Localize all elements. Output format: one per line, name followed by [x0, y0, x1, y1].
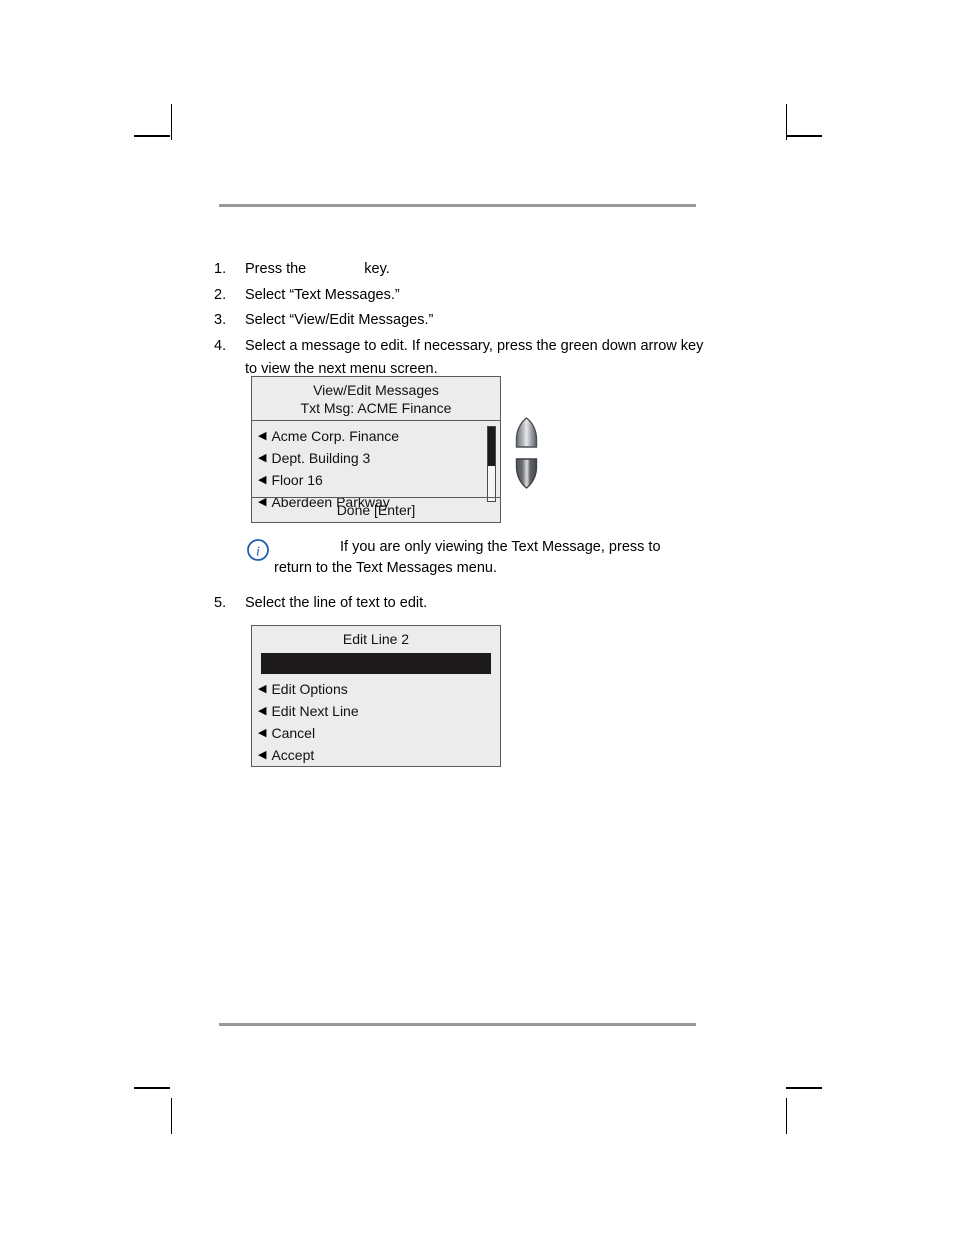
step-text: Press the key. — [245, 258, 714, 281]
list-item-label: Acme Corp. Finance — [271, 428, 400, 444]
step-text: Select a message to edit. If necessary, … — [245, 337, 704, 377]
list-item[interactable]: ◀ Cancel — [252, 722, 500, 744]
crop-mark-top-right-horizontal — [786, 135, 822, 137]
step-text-after: key. — [364, 261, 390, 277]
page-rule-top — [219, 204, 696, 207]
lcd-screen-edit-line-2: Edit Line 2 ◀ Edit Options ◀ Edit Next L… — [251, 625, 501, 767]
step-text: Select the line of text to edit. — [245, 595, 428, 611]
list-item[interactable]: ◀ Acme Corp. Finance — [252, 425, 500, 447]
list-item[interactable]: ◀ Floor 16 — [252, 469, 500, 491]
left-triangle-icon: ◀ — [258, 451, 267, 464]
step-number: 2. — [214, 286, 227, 303]
page-rule-bottom — [219, 1023, 696, 1026]
lcd-title: Edit Line 2 — [342, 631, 410, 647]
list-item-label: Edit Next Line — [271, 703, 359, 719]
list-item: 3. Select “View/Edit Messages.” — [214, 309, 714, 332]
lcd-header: View/Edit Messages Txt Msg: ACME Finance — [252, 377, 500, 421]
list-item[interactable]: ◀ Accept — [252, 744, 500, 766]
list-item[interactable]: ◀ Edit Options — [252, 678, 500, 700]
hardware-arrow-keys — [514, 417, 546, 489]
left-triangle-icon: ◀ — [258, 726, 267, 739]
crop-mark-bottom-left-horizontal — [134, 1087, 170, 1089]
step-text-before: Press the — [245, 261, 307, 277]
step-text: Select “Text Messages.” — [245, 286, 400, 303]
list-item-label: Accept — [271, 747, 315, 763]
step-number: 5. — [214, 595, 227, 611]
step-text: Select “View/Edit Messages.” — [245, 312, 434, 328]
lcd-selected-text-line[interactable] — [261, 653, 491, 674]
lcd-screen-view-edit-messages: View/Edit Messages Txt Msg: ACME Finance… — [251, 376, 501, 523]
list-item-label: Floor 16 — [271, 472, 323, 488]
lcd-footer-done-button[interactable]: Done [Enter] — [252, 497, 500, 522]
step-number: 4. — [214, 337, 227, 354]
list-item-label: Cancel — [271, 725, 316, 741]
crop-mark-bottom-right-vertical — [786, 1098, 787, 1134]
list-item: 5. Select the line of text to edit. — [214, 592, 714, 615]
left-triangle-icon: ◀ — [258, 682, 267, 695]
svg-text:i: i — [256, 545, 260, 560]
lcd-title-line-1: View/Edit Messages — [313, 382, 439, 398]
lcd-menu-list: ◀ Edit Options ◀ Edit Next Line ◀ Cancel… — [252, 677, 500, 766]
crop-mark-bottom-right-horizontal — [786, 1087, 822, 1089]
left-triangle-icon: ◀ — [258, 748, 267, 761]
crop-mark-top-left-horizontal — [134, 135, 170, 137]
lcd-title-line-2: Txt Msg: ACME Finance — [300, 400, 452, 416]
list-item: 4. Select a message to edit. If necessar… — [214, 335, 714, 381]
instruction-step-list: 1. Press the key. 2. Select “Text Message… — [214, 258, 714, 383]
list-item-label: Edit Options — [271, 681, 348, 697]
instruction-step-5: 5. Select the line of text to edit. — [214, 592, 714, 618]
note-text-before: If you are only viewing the Text Message… — [340, 539, 645, 555]
left-triangle-icon: ◀ — [258, 704, 267, 717]
list-item: 1. Press the key. — [214, 258, 714, 281]
crop-mark-top-left-vertical — [171, 104, 172, 140]
step-number: 3. — [214, 312, 227, 328]
down-arrow-key-icon[interactable] — [514, 457, 539, 489]
list-item[interactable]: ◀ Edit Next Line — [252, 700, 500, 722]
note-text: If you are only viewing the Text Message… — [274, 537, 666, 579]
info-icon: i — [247, 539, 269, 561]
list-item: 2. Select “Text Messages.” — [214, 284, 714, 307]
scrollbar-thumb[interactable] — [488, 427, 495, 467]
step-number: 1. — [214, 261, 227, 277]
left-triangle-icon: ◀ — [258, 473, 267, 486]
up-arrow-key-icon[interactable] — [514, 417, 539, 449]
list-item-label: Dept. Building 3 — [271, 450, 371, 466]
scrollbar[interactable] — [487, 426, 496, 502]
list-item[interactable]: ◀ Dept. Building 3 — [252, 447, 500, 469]
left-triangle-icon: ◀ — [258, 429, 267, 442]
note-callout: i If you are only viewing the Text Messa… — [246, 537, 666, 579]
crop-mark-bottom-left-vertical — [171, 1098, 172, 1134]
